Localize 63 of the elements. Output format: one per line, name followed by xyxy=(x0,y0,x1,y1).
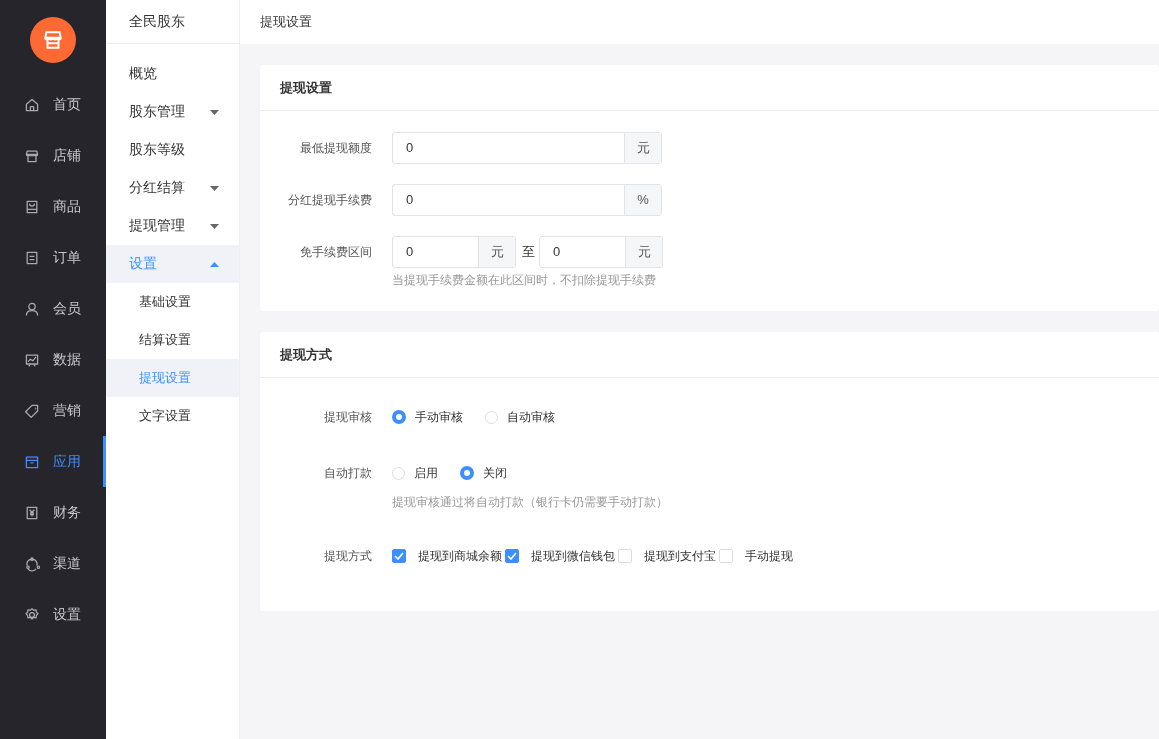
submenu-item[interactable]: 分红结算 xyxy=(106,169,239,207)
nav-item[interactable]: 设置 xyxy=(0,589,106,640)
input-field[interactable]: 0 元 xyxy=(392,236,516,268)
submenu-subitem[interactable]: 文字设置 xyxy=(106,397,239,435)
field-label: 分红提现手续费 xyxy=(287,192,373,209)
nav-item[interactable]: 会员 xyxy=(0,283,106,334)
yen-icon xyxy=(24,504,40,521)
submenu-title: 全民股东 xyxy=(106,0,239,44)
submenu-subitem[interactable]: 基础设置 xyxy=(106,283,239,321)
unit-addon: 元 xyxy=(624,133,661,163)
checkbox-label[interactable]: 手动提现 xyxy=(745,547,793,565)
nav-item[interactable]: 首页 xyxy=(0,79,106,130)
radio-label[interactable]: 自动审核 xyxy=(507,408,555,426)
checkbox-label[interactable]: 提现到商城余额 xyxy=(418,547,502,565)
nav-item[interactable]: 店铺 xyxy=(0,130,106,181)
unit-addon: % xyxy=(624,185,661,215)
field-label: 自动打款 xyxy=(323,465,373,482)
page-title: 提现设置 xyxy=(260,13,312,31)
hint-text: 当提现手续费金额在此区间时，不扣除提现手续费 xyxy=(392,272,657,289)
caret-icon xyxy=(210,185,219,191)
caret-icon xyxy=(210,261,219,267)
submenu-item[interactable]: 股东等级 xyxy=(106,131,239,169)
nav-item[interactable]: 财务 xyxy=(0,487,106,538)
field-label: 免手续费区间 xyxy=(299,244,373,261)
input-field[interactable]: 0 元 xyxy=(392,132,662,164)
submenu-item[interactable]: 概览 xyxy=(106,55,239,93)
unit-addon: 元 xyxy=(478,237,515,267)
network-icon xyxy=(24,555,40,572)
range-separator: 至 xyxy=(522,243,535,261)
submenu-item[interactable]: 股东管理 xyxy=(106,93,239,131)
submenu-item[interactable]: 提现管理 xyxy=(106,207,239,245)
store-logo-icon[interactable] xyxy=(30,17,76,63)
document-icon xyxy=(24,249,40,266)
checkbox-label[interactable]: 提现到支付宝 xyxy=(644,547,716,565)
nav-item[interactable]: 数据 xyxy=(0,334,106,385)
input-field[interactable]: 0 元 xyxy=(539,236,663,268)
radio-label[interactable]: 启用 xyxy=(414,464,438,482)
bag-icon xyxy=(24,198,40,215)
checkbox[interactable] xyxy=(392,549,406,563)
field-label: 提现方式 xyxy=(323,548,373,565)
radio-label[interactable]: 关闭 xyxy=(483,464,507,482)
nav-item[interactable]: 订单 xyxy=(0,232,106,283)
unit-addon: 元 xyxy=(625,237,662,267)
card-title: 提现方式 xyxy=(260,332,1159,378)
radio-button[interactable] xyxy=(392,410,406,424)
radio-label[interactable]: 手动审核 xyxy=(415,408,463,426)
home-icon xyxy=(24,96,40,113)
field-label: 最低提现额度 xyxy=(299,140,373,157)
card-title: 提现设置 xyxy=(260,65,1159,111)
input-field[interactable]: 0 % xyxy=(392,184,662,216)
caret-icon xyxy=(210,223,219,229)
hint-text: 提现审核通过将自动打款（银行卡仍需要手动打款） xyxy=(392,494,668,511)
checkbox-label[interactable]: 提现到微信钱包 xyxy=(531,547,615,565)
user-icon xyxy=(24,300,40,317)
checkbox[interactable] xyxy=(505,549,519,563)
caret-icon xyxy=(210,109,219,115)
nav-item[interactable]: 营销 xyxy=(0,385,106,436)
field-label: 提现审核 xyxy=(323,409,373,426)
tag-icon xyxy=(24,402,40,419)
radio-button[interactable] xyxy=(460,466,474,480)
nav-item[interactable]: 商品 xyxy=(0,181,106,232)
nav-item[interactable]: 渠道 xyxy=(0,538,106,589)
submenu-subitem[interactable]: 结算设置 xyxy=(106,321,239,359)
